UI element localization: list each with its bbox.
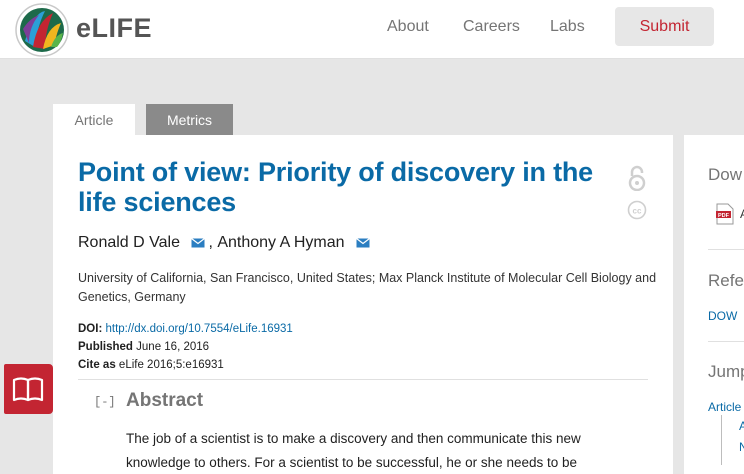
mail-icon[interactable] bbox=[356, 238, 370, 248]
elife-logo-icon[interactable] bbox=[15, 3, 69, 57]
abstract-collapse-toggle[interactable]: [-] bbox=[94, 395, 116, 409]
published-date: June 16, 2016 bbox=[136, 341, 210, 353]
svg-text:cc: cc bbox=[633, 207, 642, 216]
cite-label: Cite as bbox=[78, 359, 116, 371]
pdf-download-link[interactable]: A bbox=[740, 207, 744, 221]
section-divider bbox=[78, 379, 648, 380]
nav-careers-link[interactable]: Careers bbox=[463, 18, 520, 36]
author-name[interactable]: Ronald D Vale bbox=[78, 234, 180, 252]
nav-labs-link[interactable]: Labs bbox=[550, 18, 585, 36]
book-reader-icon bbox=[12, 377, 44, 402]
references-heading: Refe bbox=[708, 271, 744, 290]
author-name[interactable]: Anthony A Hyman bbox=[217, 234, 344, 252]
jump-tree-line bbox=[721, 415, 722, 465]
affiliations: University of California, San Francisco,… bbox=[78, 271, 657, 304]
abstract-heading[interactable]: Abstract bbox=[126, 390, 203, 412]
article-title: Point of view: Priority of discovery in … bbox=[78, 157, 593, 217]
right-sidebar: Dow PDF A Refe DOW Jump Article A N bbox=[684, 135, 744, 474]
submit-button[interactable]: Submit bbox=[615, 7, 714, 46]
abstract-text: The job of a scientist is to make a disc… bbox=[126, 431, 581, 470]
cite-value: eLife 2016;5:e16931 bbox=[118, 359, 224, 371]
site-header: eLIFE About Careers Labs Submit bbox=[0, 0, 744, 59]
doi-label: DOI: bbox=[78, 323, 103, 335]
jump-subsection-link[interactable]: A bbox=[739, 419, 744, 433]
doi-link[interactable]: http://dx.doi.org/10.7554/eLife.16931 bbox=[105, 323, 292, 335]
tab-article[interactable]: Article bbox=[53, 104, 135, 135]
svg-text:PDF: PDF bbox=[718, 213, 730, 219]
sidebar-divider bbox=[708, 341, 744, 342]
published-label: Published bbox=[78, 341, 133, 353]
logo-text[interactable]: eLIFE bbox=[76, 13, 152, 44]
sidebar-divider bbox=[708, 249, 744, 250]
author-separator: , bbox=[208, 234, 213, 251]
reader-mode-button[interactable] bbox=[4, 364, 53, 414]
jump-subsection-link[interactable]: N bbox=[739, 440, 744, 454]
references-download-link[interactable]: DOW bbox=[708, 309, 737, 323]
mail-icon[interactable] bbox=[191, 238, 206, 248]
doi-line: DOI: http://dx.doi.org/10.7554/eLife.169… bbox=[78, 323, 293, 335]
pdf-icon[interactable]: PDF bbox=[716, 203, 734, 225]
download-heading: Dow bbox=[708, 165, 743, 184]
published-line: Published June 16, 2016 bbox=[78, 341, 209, 353]
creative-commons-icon: cc bbox=[627, 200, 647, 220]
tab-metrics[interactable]: Metrics bbox=[146, 104, 233, 135]
open-access-icon bbox=[628, 165, 646, 191]
article-panel: Point of view: Priority of discovery in … bbox=[53, 135, 673, 474]
cite-line: Cite as eLife 2016;5:e16931 bbox=[78, 359, 224, 371]
author-list: Ronald D Vale , Anthony A Hyman bbox=[78, 234, 373, 252]
jump-to-heading: Jump bbox=[708, 362, 744, 381]
jump-article-link[interactable]: Article bbox=[708, 400, 741, 414]
nav-about-link[interactable]: About bbox=[387, 18, 429, 36]
